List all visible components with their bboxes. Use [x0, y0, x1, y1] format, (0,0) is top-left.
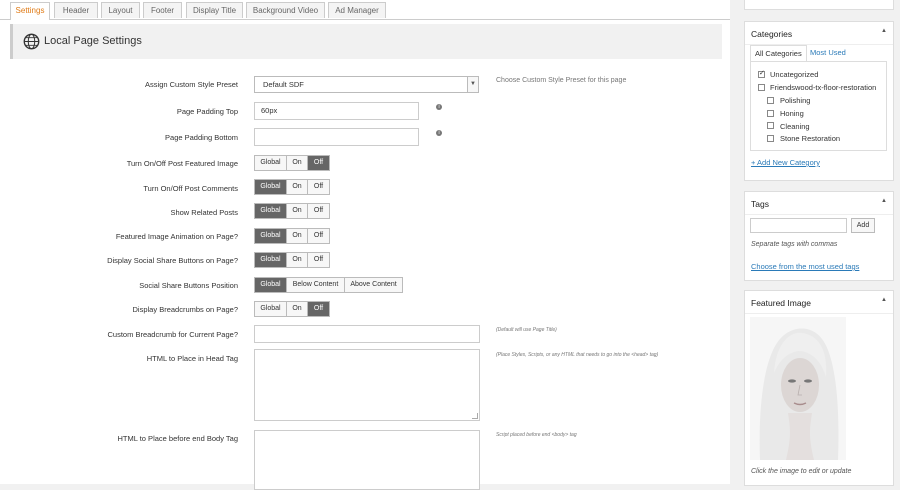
checkmark-icon: ✓ [759, 70, 765, 77]
animation-toggle-label: Featured Image Animation on Page? [115, 232, 238, 241]
featured-image-toggle-label: Turn On/Off Post Featured Image [126, 159, 238, 168]
social-share-toggle: Global On Off [254, 252, 330, 268]
tab-settings[interactable]: Settings [10, 2, 50, 20]
custom-breadcrumb-label: Custom Breadcrumb for Current Page? [107, 330, 238, 339]
choose-most-used-tags-link[interactable]: Choose from the most used tags [751, 262, 859, 271]
collapse-arrow-icon[interactable]: ▲ [881, 297, 887, 303]
collapse-arrow-icon[interactable]: ▲ [881, 28, 887, 34]
padding-top-label: Page Padding Top [176, 107, 238, 116]
option-global[interactable]: Global [255, 253, 287, 267]
head-html-label: HTML to Place in Head Tag [146, 354, 238, 363]
featured-image-title: Featured Image [751, 298, 812, 308]
option-on[interactable]: On [287, 253, 308, 267]
body-html-label: HTML to Place before end Body Tag [117, 434, 239, 443]
tab-ad-manager[interactable]: Ad Manager [328, 2, 386, 18]
category-label: Honing [780, 109, 804, 118]
option-on[interactable]: On [287, 180, 308, 194]
category-label: Polishing [780, 96, 811, 105]
tab-background-video[interactable]: Background Video [246, 2, 325, 18]
option-off[interactable]: Off [308, 156, 329, 170]
body-html-hint: Script placed before end <body> tag [496, 432, 577, 438]
category-checkbox[interactable] [758, 84, 765, 91]
option-global[interactable]: Global [255, 204, 287, 218]
style-preset-hint: Choose Custom Style Preset for this page [496, 77, 627, 84]
category-label: Uncategorized [770, 70, 819, 79]
category-label: Friendswood-tx-floor-restoration [770, 83, 877, 92]
padding-bottom-input[interactable] [254, 128, 419, 146]
page-title: Local Page Settings [44, 35, 142, 47]
tab-layout[interactable]: Layout [101, 2, 140, 18]
option-off[interactable]: Off [308, 229, 329, 243]
tab-most-used[interactable]: Most Used [806, 45, 850, 61]
tags-hint: Separate tags with commas [751, 241, 838, 248]
custom-breadcrumb-input[interactable] [254, 325, 480, 343]
body-html-textarea[interactable] [254, 430, 480, 490]
add-tag-button[interactable]: Add [851, 218, 875, 233]
option-off[interactable]: Off [308, 180, 329, 194]
featured-image-toggle: Global On Off [254, 155, 330, 171]
category-checkbox[interactable] [767, 97, 774, 104]
resize-grip-icon[interactable] [472, 413, 478, 419]
option-on[interactable]: On [287, 204, 308, 218]
divider [745, 214, 893, 215]
tag-input[interactable] [750, 218, 847, 233]
settings-header: Local Page Settings [10, 24, 722, 59]
category-checkbox[interactable] [767, 122, 774, 129]
head-html-hint: (Place Styles, Scripts, or any HTML that… [496, 352, 659, 358]
tab-display-title[interactable]: Display Title [186, 2, 243, 18]
option-global[interactable]: Global [255, 229, 287, 243]
option-on[interactable]: On [287, 302, 308, 316]
related-posts-toggle: Global On Off [254, 203, 330, 219]
comments-toggle-label: Turn On/Off Post Comments [143, 184, 238, 193]
tab-header[interactable]: Header [54, 2, 98, 18]
option-global[interactable]: Global [255, 278, 287, 292]
partial-metabox [744, 0, 894, 10]
category-checkbox-checked[interactable]: ✓ [758, 70, 765, 78]
style-preset-label: Assign Custom Style Preset [145, 80, 238, 89]
breadcrumbs-toggle: Global On Off [254, 301, 330, 317]
padding-top-input[interactable]: 60px [254, 102, 419, 120]
info-icon: i [436, 104, 442, 110]
option-global[interactable]: Global [255, 302, 287, 316]
divider [745, 313, 893, 314]
option-global[interactable]: Global [255, 156, 287, 170]
related-posts-label: Show Related Posts [170, 208, 238, 217]
social-position-toggle: Global Below Content Above Content [254, 277, 403, 293]
style-preset-select[interactable]: Default SDF ▼ [254, 76, 479, 93]
collapse-arrow-icon[interactable]: ▲ [881, 198, 887, 204]
option-off[interactable]: Off [308, 253, 329, 267]
head-html-textarea[interactable] [254, 349, 480, 421]
option-on[interactable]: On [287, 156, 308, 170]
tags-title: Tags [751, 199, 769, 209]
portrait-photo [750, 317, 846, 460]
option-below-content[interactable]: Below Content [287, 278, 345, 292]
add-new-category-link[interactable]: + Add New Category [751, 158, 820, 167]
info-icon: i [436, 130, 442, 136]
featured-image-thumbnail[interactable] [750, 317, 846, 460]
category-checkbox[interactable] [767, 110, 774, 117]
option-off[interactable]: Off [308, 302, 329, 316]
padding-bottom-label: Page Padding Bottom [165, 133, 238, 142]
chevron-down-icon: ▼ [467, 77, 478, 92]
globe-icon [23, 33, 40, 50]
page-settings-panel: Settings Header Layout Footer Display Ti… [0, 0, 730, 490]
category-label: Cleaning [780, 122, 810, 131]
category-label: Stone Restoration [780, 134, 841, 143]
categories-title: Categories [751, 29, 793, 39]
option-on[interactable]: On [287, 229, 308, 243]
option-global[interactable]: Global [255, 180, 287, 194]
featured-image-hint: Click the image to edit or update [751, 468, 852, 475]
option-off[interactable]: Off [308, 204, 329, 218]
style-preset-value: Default SDF [263, 80, 304, 89]
category-checkbox[interactable] [767, 135, 774, 142]
option-above-content[interactable]: Above Content [345, 278, 402, 292]
breadcrumbs-toggle-label: Display Breadcrumbs on Page? [132, 305, 238, 314]
social-share-toggle-label: Display Social Share Buttons on Page? [107, 256, 238, 265]
settings-tabs: Settings Header Layout Footer Display Ti… [0, 0, 730, 20]
animation-toggle: Global On Off [254, 228, 330, 244]
tab-footer[interactable]: Footer [143, 2, 182, 18]
social-position-label: Social Share Buttons Position [139, 281, 238, 290]
custom-breadcrumb-hint: (Default will use Page Title) [496, 327, 557, 333]
comments-toggle: Global On Off [254, 179, 330, 195]
